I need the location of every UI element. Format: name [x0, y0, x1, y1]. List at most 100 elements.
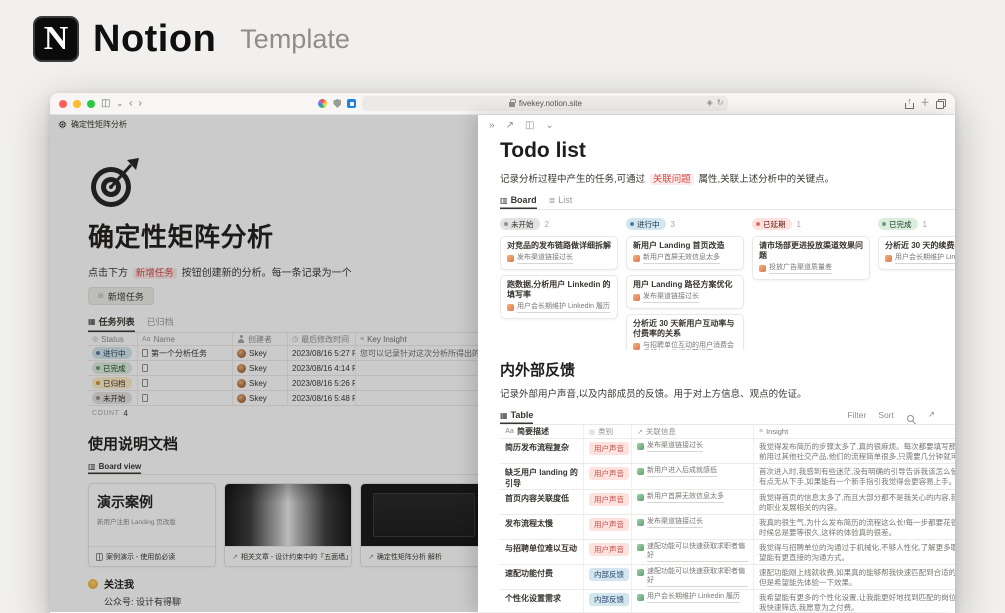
board-card[interactable]: 新用户 Landing 首页改造 新用户首屏无效信息太多	[626, 236, 744, 270]
address-bar[interactable]: fivekey.notion.site ◈ ↻	[362, 96, 729, 111]
feedback-row[interactable]: 缺乏用户 landing 的引导 用户声音 新用户进入后成就感低 首次进入时,我…	[500, 464, 955, 490]
feedback-table: Aa 简要描述 ◎ 类别 ↗ 关联信息 ≡ Insight 简历发布流程复杂 用户声音 …	[500, 424, 955, 612]
page-icon	[142, 349, 148, 357]
open-as-page-icon[interactable]: ◫	[525, 121, 534, 131]
tab-task-list[interactable]: ▦ 任务列表	[88, 315, 135, 332]
related-issue-link[interactable]: 速配功能可以快速获取求职者偏好	[632, 565, 754, 589]
expand-page-icon[interactable]: ↗	[506, 121, 514, 131]
doc-card-article[interactable]: ↗ 相关文章 - 设计约束中的「五面墙」	[224, 483, 352, 567]
peek-topbar: » ↗ ◫ ⌄	[478, 115, 955, 137]
col-status[interactable]: ◎ Status	[88, 333, 138, 345]
browser-toolbar: ◫ ⌄ ‹ › fivekey.notion.site ◈ ↻ ＋	[50, 93, 955, 115]
table-view-icon: ▦	[88, 317, 96, 326]
doc-card-demo[interactable]: 演示案例 新用户注册 Landing 页改版 案例演示 - 使用前必读	[88, 483, 216, 567]
related-issue-link[interactable]: 用户会长期维护 Linkedin 履历	[885, 254, 955, 264]
reload-icon[interactable]: ↻	[717, 98, 724, 107]
search-icon[interactable]	[906, 414, 916, 424]
column-status-badge[interactable]: 进行中	[626, 218, 666, 230]
forward-icon[interactable]: ›	[139, 98, 142, 109]
key-insight-cell	[356, 361, 478, 375]
filter-button[interactable]: Filter	[847, 410, 866, 424]
board-column-in-progress: 进行中 3 新用户 Landing 首页改造 新用户首屏无效信息太多 用户 La…	[626, 217, 744, 350]
related-issue-link[interactable]: 新用户进入后成就感低	[632, 464, 754, 488]
tab-list-view[interactable]: ≣ List	[549, 195, 573, 209]
column-status-badge[interactable]: 未开始	[500, 218, 540, 230]
related-page-icon	[637, 569, 644, 576]
fullscreen-window-button[interactable]	[87, 99, 95, 108]
board-card[interactable]: 对竞品的发布链路做详细拆解 发布渠道链接过长	[500, 236, 618, 270]
tab-archived[interactable]: 已归档	[147, 315, 174, 332]
todo-title[interactable]: Todo list	[500, 139, 955, 163]
col-relation[interactable]: ↗ 关联信息	[632, 424, 754, 439]
share-icon[interactable]	[905, 96, 914, 109]
related-page-icon	[759, 265, 766, 272]
board-card[interactable]: 用户 Landing 路径方案优化 发布渠道链接过长	[626, 274, 744, 309]
list-view-icon: ≣	[548, 195, 556, 205]
site-badge-icon[interactable]: ◈	[707, 98, 713, 107]
feedback-row[interactable]: 速配功能付费 内部反馈 速配功能可以快速获取求职者偏好 速配功能刚上线就收费,如…	[500, 565, 955, 590]
close-window-button[interactable]	[59, 99, 67, 108]
related-issue-link[interactable]: 新用户首屏无效信息太多	[633, 254, 737, 264]
board-card[interactable]: 分析近 30 天的续费率 用户会长期维护 Linkedin 履历	[878, 236, 955, 270]
peek-chevron-down-icon[interactable]: ⌄	[545, 121, 553, 131]
task-row[interactable]: 已完成 Skey 2023/08/16 4:14 PM	[88, 361, 478, 376]
new-task-button[interactable]: ⊞ 新增任务	[88, 287, 154, 305]
page-icon	[142, 364, 148, 372]
related-issue-link[interactable]: 发布渠道链接过长	[632, 439, 754, 463]
page-icon-target[interactable]	[88, 157, 140, 209]
doc-card-subtitle: 新用户注册 Landing 页改版	[97, 519, 176, 526]
sidebar-toggle-icon[interactable]: ◫	[101, 98, 110, 109]
close-peek-icon[interactable]: »	[489, 121, 495, 131]
back-icon[interactable]: ‹	[129, 98, 132, 109]
tab-overview-icon[interactable]	[936, 98, 946, 109]
sort-button[interactable]: Sort	[878, 410, 894, 424]
new-task-button-label: 新增任务	[107, 291, 144, 302]
task-row[interactable]: 进行中 第一个分析任务 Skey 2023/08/16 5:27 PM 您可以记…	[88, 346, 478, 361]
feedback-row[interactable]: 首页内容关联度低 用户声音 新用户首屏无效信息太多 我觉得首页的信息太多了,而且…	[500, 490, 955, 515]
notion-clipper-extension-icon[interactable]	[347, 99, 357, 108]
feedback-row[interactable]: 与招聘单位难以互动 用户声音 速配功能可以快速获取求职者偏好 我觉得与招聘单位的…	[500, 540, 955, 565]
col-category[interactable]: ◎ 类别	[584, 424, 632, 439]
minimize-window-button[interactable]	[73, 99, 81, 108]
task-row[interactable]: 已归档 Skey 2023/08/16 5:26 PM	[88, 376, 478, 391]
column-status-badge[interactable]: 已延期	[752, 218, 792, 230]
col-insight[interactable]: ≡ Insight	[754, 425, 955, 439]
col-brief[interactable]: Aa 简要描述	[500, 424, 584, 439]
feedback-row[interactable]: 简历发布流程复杂 用户声音 发布渠道链接过长 我觉得发布简历的步骤太多了,真的很…	[500, 439, 955, 464]
column-status-badge[interactable]: 已完成	[878, 218, 918, 230]
new-tab-icon[interactable]: ＋	[920, 98, 930, 109]
page-title[interactable]: 确定性矩阵分析	[88, 217, 478, 254]
intro-text: 点击下方 新增任务 按钮创建新的分析。每一条记录为一个	[88, 264, 418, 279]
related-issue-link[interactable]: 发布渠道链接过长	[507, 254, 611, 264]
col-key-insight[interactable]: ≡ Key Insight	[356, 333, 478, 345]
shield-extension-icon[interactable]	[333, 99, 342, 108]
extension-pinwheel-icon[interactable]	[318, 99, 328, 108]
expand-table-icon[interactable]: ↗	[928, 409, 935, 424]
feedback-row[interactable]: 个性化设置需求 内部反馈 用户会长期维护 Linkedin 履历 我希望能有更多…	[500, 590, 955, 612]
task-row[interactable]: 未开始 Skey 2023/08/16 5:48 PM	[88, 391, 478, 406]
related-issue-link[interactable]: 用户会长期维护 Linkedin 履历	[632, 590, 754, 612]
related-issue-link[interactable]: 与招聘单位互动的用户消费会员服务度份额显著提高	[633, 342, 737, 351]
toolbar-chevron-down-icon[interactable]: ⌄	[116, 99, 123, 108]
related-page-icon	[633, 255, 640, 262]
related-issue-link[interactable]: 新用户首屏无效信息太多	[632, 490, 754, 514]
tab-board-view-docs[interactable]: ▥ Board view	[88, 462, 141, 474]
related-issue-link[interactable]: 速配功能可以快速获取求职者偏好	[632, 540, 754, 564]
tab-board-view[interactable]: ▥ Board	[500, 195, 537, 209]
brand-subtitle: Template	[240, 23, 350, 54]
related-issue-link[interactable]: 用户会长期维护 Linkedin 履历	[507, 303, 611, 313]
doc-card-analysis[interactable]: ↗ 确定性矩阵分析 解析	[360, 483, 478, 567]
related-issue-link[interactable]: 发布渠道链接过长	[632, 515, 754, 539]
breadcrumb[interactable]: 确定性矩阵分析	[71, 119, 127, 130]
col-creator[interactable]: 创建者	[233, 333, 288, 345]
board-card[interactable]: 分析近 30 天新用户互动率与付费率的关系 与招聘单位互动的用户消费会员服务度份…	[626, 313, 744, 351]
board-card[interactable]: 跑数据,分析用户 Linkedin 的填写率 用户会长期维护 Linkedin …	[500, 274, 618, 319]
todo-side-peek: » ↗ ◫ ⌄ Todo list 记录分析过程中产生的任务,可通过 关联问题 …	[478, 115, 955, 612]
related-issue-link[interactable]: 投放广告渠道质量差	[759, 264, 863, 274]
col-modified[interactable]: ◷ 最后修改时间	[288, 333, 356, 345]
feedback-row[interactable]: 发布流程太慢 用户声音 发布渠道链接过长 我真的很生气,为什么发布简历的流程这么…	[500, 515, 955, 540]
board-card[interactable]: 请市场部更进投放渠道效果问题 投放广告渠道质量差	[752, 236, 870, 280]
tab-table-view[interactable]: ▦ Table	[500, 410, 533, 424]
related-issue-link[interactable]: 发布渠道链接过长	[633, 293, 737, 303]
col-name[interactable]: Aa Name	[138, 333, 233, 345]
